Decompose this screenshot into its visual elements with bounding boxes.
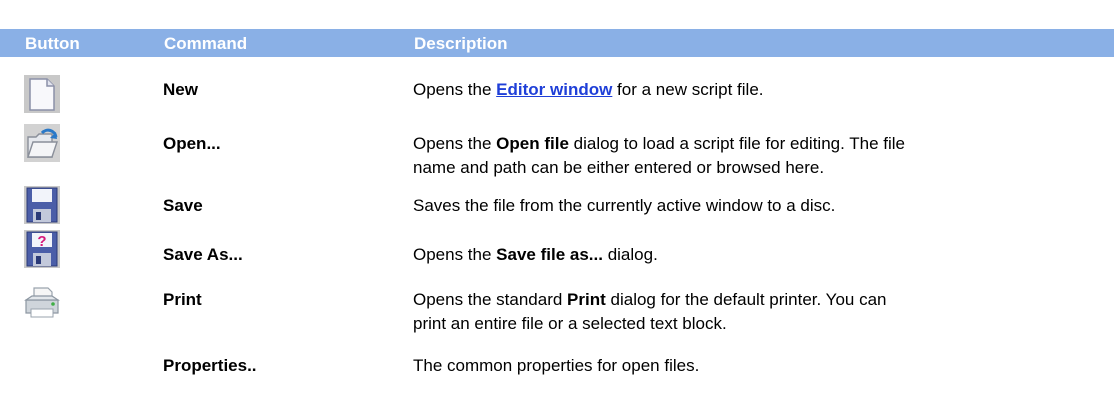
command-print: Print bbox=[163, 290, 202, 309]
command-new: New bbox=[163, 80, 198, 99]
description: Opens the Open file dialog to load a scr… bbox=[413, 134, 906, 177]
table-row: New Opens the Editor window for a new sc… bbox=[0, 66, 1114, 118]
svg-text:?: ? bbox=[37, 233, 46, 250]
table-row: Save Saves the file from the currently a… bbox=[0, 185, 1114, 229]
table-row: ? Save As... Opens the Save file as... d… bbox=[0, 229, 1114, 273]
description: Saves the file from the currently active… bbox=[413, 196, 836, 215]
command-save-as: Save As... bbox=[163, 245, 243, 264]
open-folder-icon[interactable] bbox=[22, 123, 62, 163]
command-properties: Properties.. bbox=[163, 356, 257, 375]
header-description: Description bbox=[414, 34, 508, 53]
editor-window-link[interactable]: Editor window bbox=[496, 80, 612, 99]
header-button: Button bbox=[25, 34, 80, 53]
command-open: Open... bbox=[163, 134, 221, 153]
description: Opens the standard Print dialog for the … bbox=[413, 290, 887, 333]
table-row: Open... Opens the Open file dialog to lo… bbox=[0, 123, 1114, 185]
new-document-icon[interactable] bbox=[22, 74, 62, 114]
description: The common properties for open files. bbox=[413, 356, 700, 375]
description: Opens the Save file as... dialog. bbox=[413, 245, 658, 264]
header-command: Command bbox=[164, 34, 248, 53]
table-row: Print Opens the standard Print dialog fo… bbox=[0, 280, 1114, 342]
command-save: Save bbox=[163, 196, 203, 215]
save-as-disk-icon[interactable]: ? bbox=[22, 229, 62, 269]
table-row: Properties.. The common properties for o… bbox=[0, 345, 1114, 385]
description: Opens the Editor window for a new script… bbox=[413, 80, 764, 99]
table-header: Button Command Description bbox=[0, 29, 1114, 57]
save-disk-icon[interactable] bbox=[22, 185, 62, 225]
printer-icon[interactable] bbox=[22, 282, 62, 322]
